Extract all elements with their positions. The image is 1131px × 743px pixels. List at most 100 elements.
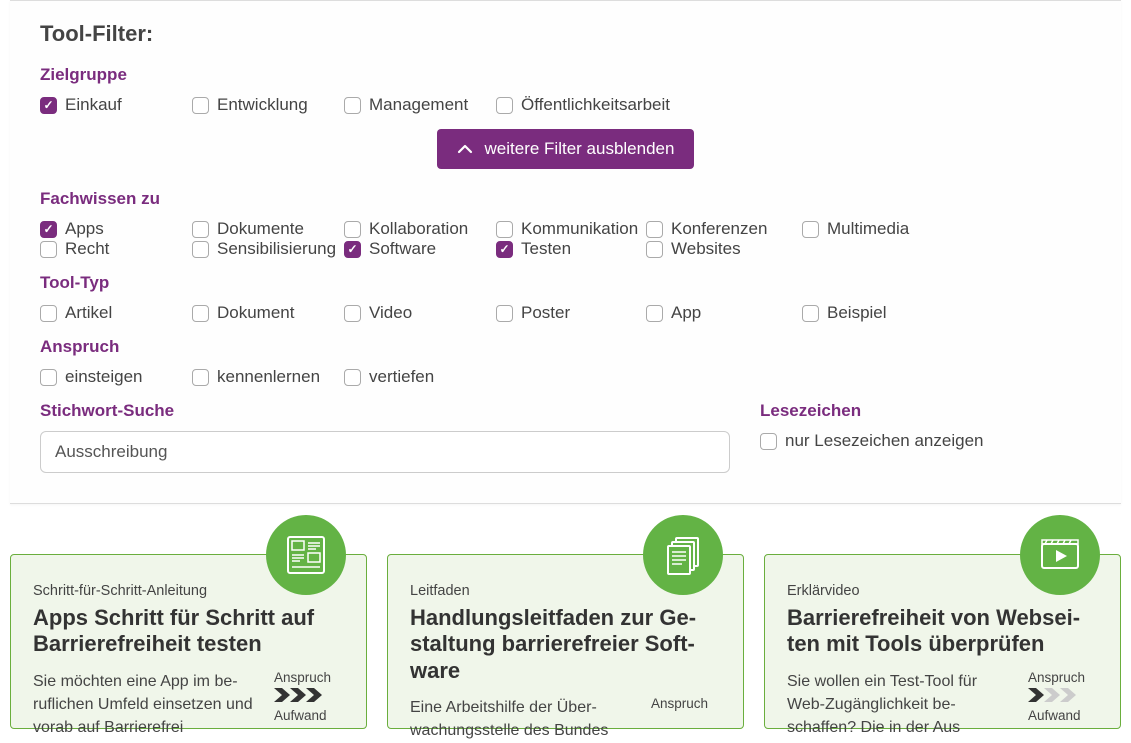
checkbox-label: Management <box>369 95 468 115</box>
checkbox-einsteigen[interactable]: einsteigen <box>40 367 192 387</box>
checkbox-icon <box>802 221 819 238</box>
checkbox-artikel[interactable]: Artikel <box>40 303 192 323</box>
search-input[interactable] <box>40 431 730 473</box>
checkbox-icon <box>40 97 57 114</box>
checkbox-label: Kollaboration <box>369 219 468 239</box>
checkbox-icon <box>40 369 57 386</box>
checkbox-kennenlernen[interactable]: kennenlernen <box>192 367 344 387</box>
card-meta: Anspruch <box>651 696 721 742</box>
checkbox-icon <box>192 221 209 238</box>
toggle-filters-label: weitere Filter ausblenden <box>485 139 675 159</box>
card-meta: Anspruch Aufwand <box>1028 670 1098 740</box>
chevron-up-icon <box>457 141 473 157</box>
checkbox-label: Artikel <box>65 303 112 323</box>
checkbox-icon <box>496 221 513 238</box>
checkbox-label: Kommunikation <box>521 219 638 239</box>
checkbox-label: App <box>671 303 701 323</box>
checkbox-dokumente[interactable]: Dokumente <box>192 219 344 239</box>
checkbox-icon <box>496 305 513 322</box>
card-title: Apps Schritt für Schritt auf Barrierefre… <box>33 605 344 658</box>
checkbox-icon <box>646 221 663 238</box>
checkbox-icon <box>40 221 57 238</box>
results-grid: Schritt-für-Schritt-Anleitung Apps Schri… <box>10 554 1121 729</box>
checkbox-label: Dokumente <box>217 219 304 239</box>
checkbox-icon <box>496 241 513 258</box>
result-card[interactable]: Schritt-für-Schritt-Anleitung Apps Schri… <box>10 554 367 729</box>
checkbox-label: Multimedia <box>827 219 909 239</box>
checkbox-icon <box>344 221 361 238</box>
checkbox-label: Video <box>369 303 412 323</box>
checkbox-vertiefen[interactable]: vertiefen <box>344 367 496 387</box>
checkbox-einkauf[interactable]: Einkauf <box>40 95 192 115</box>
checkbox-icon <box>646 241 663 258</box>
card-text: Sie möchten eine App im be­ruflichen Umf… <box>33 670 260 740</box>
checkbox-label: vertiefen <box>369 367 434 387</box>
checkbox-icon <box>192 97 209 114</box>
checkbox-icon <box>40 241 57 258</box>
checkbox-icon <box>192 305 209 322</box>
checkbox-konferenzen[interactable]: Konferenzen <box>646 219 802 239</box>
anspruch-label: Anspruch <box>1028 670 1098 685</box>
checkbox-icon <box>344 305 361 322</box>
checkbox-testen[interactable]: Testen <box>496 239 646 259</box>
checkbox-label: einsteigen <box>65 367 143 387</box>
documents-icon <box>643 515 723 595</box>
group-zielgruppe: Einkauf Entwicklung Management Öffentlic… <box>40 95 1091 115</box>
checkbox-label: Konferenzen <box>671 219 767 239</box>
checkbox-label: Software <box>369 239 436 259</box>
group-tooltyp: Artikel Dokument Video Poster App Beispi… <box>40 303 1091 323</box>
checkbox-video[interactable]: Video <box>344 303 496 323</box>
checkbox-label: Recht <box>65 239 109 259</box>
checkbox-sensibilisierung[interactable]: Sensibilisierung <box>192 239 344 259</box>
checkbox-dokument[interactable]: Dokument <box>192 303 344 323</box>
checkbox-kommunikation[interactable]: Kommunikation <box>496 219 646 239</box>
checkbox-icon <box>802 305 819 322</box>
checkbox-recht[interactable]: Recht <box>40 239 192 259</box>
result-card[interactable]: Leitfaden Handlungsleitfaden zur Ge­stal… <box>387 554 744 729</box>
group-label-tooltyp: Tool-Typ <box>40 273 1091 293</box>
anspruch-label: Anspruch <box>274 670 344 685</box>
toggle-filters-button[interactable]: weitere Filter ausblenden <box>437 129 695 169</box>
checkbox-label: Entwicklung <box>217 95 308 115</box>
checkbox-kollaboration[interactable]: Kollaboration <box>344 219 496 239</box>
checkbox-label: Sensibilisierung <box>217 239 336 259</box>
filter-panel: Tool-Filter: Zielgruppe Einkauf Entwickl… <box>10 0 1121 504</box>
bookmarks-label: Lesezeichen <box>760 401 1091 421</box>
checkbox-poster[interactable]: Poster <box>496 303 646 323</box>
group-label-zielgruppe: Zielgruppe <box>40 65 1091 85</box>
card-title: Barrierefreiheit von Websei­ten mit Tool… <box>787 605 1098 658</box>
checkbox-multimedia[interactable]: Multimedia <box>802 219 958 239</box>
checkbox-software[interactable]: Software <box>344 239 496 259</box>
anspruch-level-icon <box>1028 688 1098 702</box>
checkbox-label: Testen <box>521 239 571 259</box>
group-anspruch: einsteigen kennenlernen vertiefen <box>40 367 1091 387</box>
card-text: Sie wollen ein Test-Tool für Web-Zugängl… <box>787 670 1014 740</box>
checkbox-entwicklung[interactable]: Entwicklung <box>192 95 344 115</box>
checkbox-websites[interactable]: Websites <box>646 239 802 259</box>
layout-icon <box>266 515 346 595</box>
checkbox-label: Einkauf <box>65 95 122 115</box>
checkbox-beispiel[interactable]: Beispiel <box>802 303 958 323</box>
checkbox-label: Websites <box>671 239 741 259</box>
checkbox-label: Poster <box>521 303 570 323</box>
checkbox-icon <box>344 97 361 114</box>
checkbox-label: nur Lesezeichen anzeigen <box>785 431 983 451</box>
checkbox-oeffentlichkeitsarbeit[interactable]: Öffentlichkeitsarbeit <box>496 95 690 115</box>
checkbox-icon <box>40 305 57 322</box>
video-icon <box>1020 515 1100 595</box>
card-text: Eine Arbeitshilfe der Über­wachungsstell… <box>410 696 637 742</box>
checkbox-management[interactable]: Management <box>344 95 496 115</box>
checkbox-apps[interactable]: Apps <box>40 219 192 239</box>
checkbox-app[interactable]: App <box>646 303 802 323</box>
checkbox-icon <box>496 97 513 114</box>
checkbox-bookmarks-only[interactable]: nur Lesezeichen anzeigen <box>760 431 1091 451</box>
checkbox-icon <box>760 433 777 450</box>
aufwand-label: Aufwand <box>274 708 344 723</box>
result-card[interactable]: Erklärvideo Barrierefreiheit von Websei­… <box>764 554 1121 729</box>
group-label-fachwissen: Fachwissen zu <box>40 189 1091 209</box>
anspruch-label: Anspruch <box>651 696 721 711</box>
checkbox-icon <box>192 369 209 386</box>
checkbox-label: Apps <box>65 219 104 239</box>
card-title: Handlungsleitfaden zur Ge­staltung barri… <box>410 605 721 684</box>
group-label-anspruch: Anspruch <box>40 337 1091 357</box>
